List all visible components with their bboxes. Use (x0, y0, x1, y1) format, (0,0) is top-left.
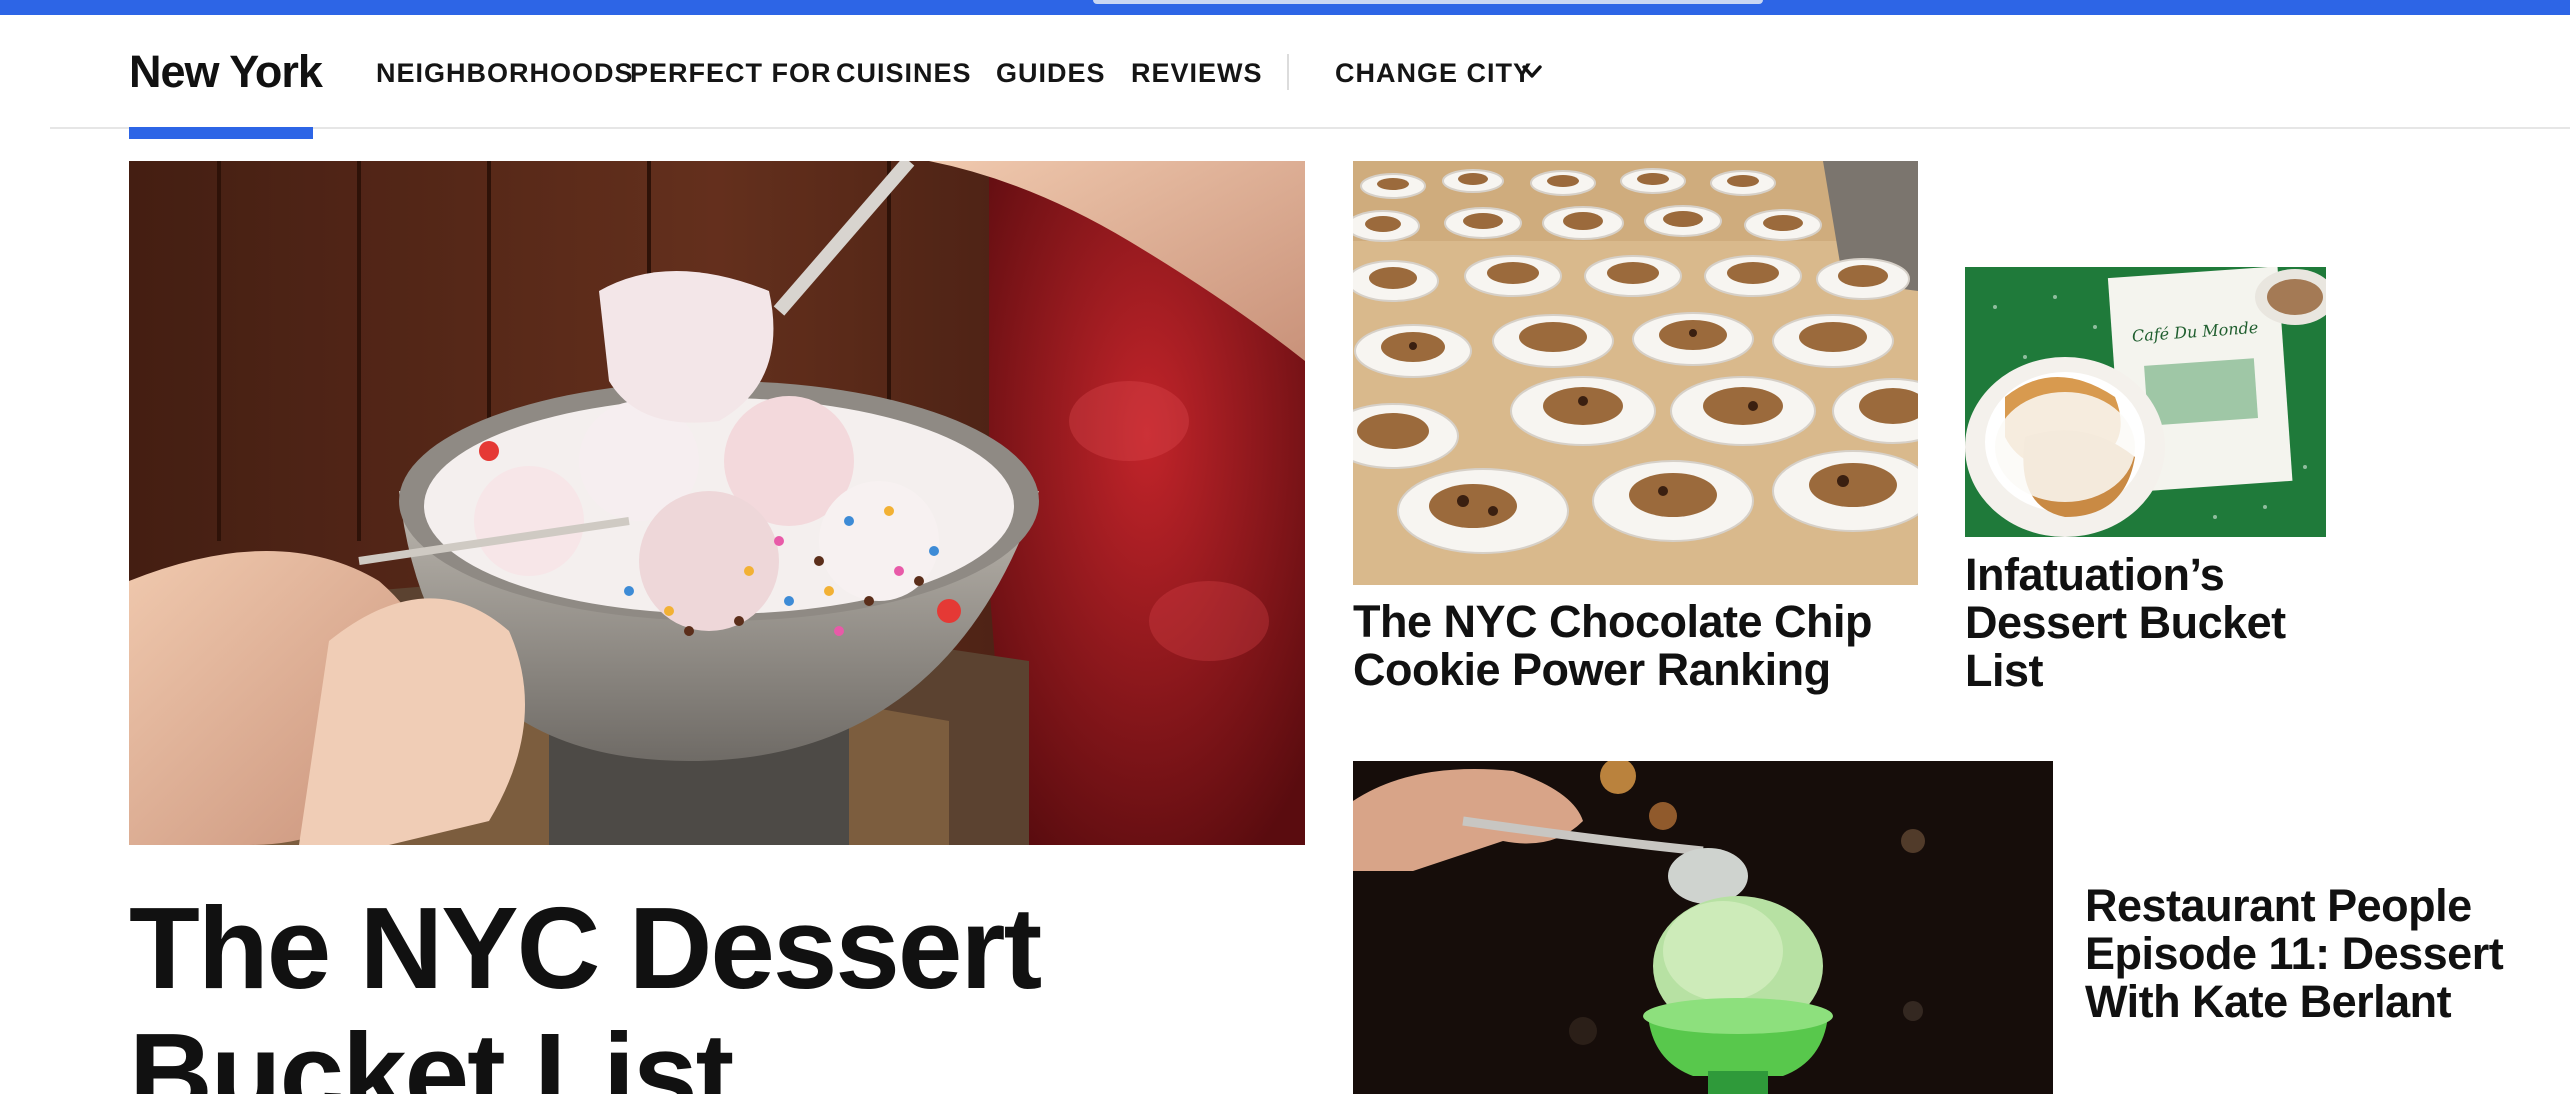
nav-divider (1287, 54, 1289, 90)
nav-guides[interactable]: GUIDES (996, 54, 1106, 92)
browser-address-tab (1093, 0, 1763, 4)
restaurant-people-headline[interactable]: Restaurant People Episode 11: Dessert Wi… (2085, 882, 2555, 1026)
dessert-bucket-list-image[interactable]: Café Du Monde (1965, 267, 2326, 537)
nav-reviews[interactable]: REVIEWS (1131, 54, 1263, 92)
hero-headline[interactable]: The NYC Dessert Bucket List (129, 885, 1309, 1094)
cookie-ranking-headline[interactable]: The NYC Chocolate Chip Cookie Power Rank… (1353, 598, 1913, 694)
cookie-ranking-image[interactable] (1353, 161, 1918, 585)
chevron-down-icon[interactable] (1520, 60, 1544, 84)
city-active-indicator (129, 127, 313, 139)
hero-image[interactable] (129, 161, 1305, 845)
city-title[interactable]: New York (129, 42, 323, 102)
nav-perfect-for[interactable]: PERFECT FOR (630, 54, 832, 92)
dessert-bucket-list-headline[interactable]: Infatuation’s Dessert Bucket List (1965, 551, 2325, 695)
header-divider (50, 127, 2570, 129)
nav-cuisines[interactable]: CUISINES (836, 54, 972, 92)
change-city-button[interactable]: CHANGE CITY (1335, 54, 1532, 92)
nav-neighborhoods[interactable]: NEIGHBORHOODS (376, 54, 634, 92)
restaurant-people-image[interactable] (1353, 761, 2053, 1094)
